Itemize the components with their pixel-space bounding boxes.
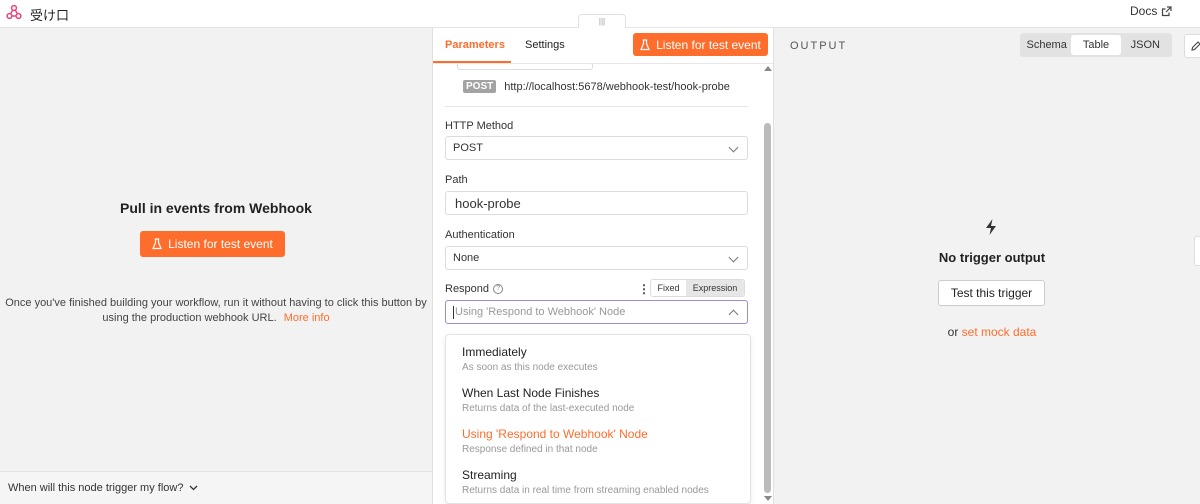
toggle-fixed[interactable]: Fixed — [651, 280, 686, 296]
option-title: Immediately — [462, 345, 527, 359]
output-view-switch: Schema Table JSON — [1020, 33, 1172, 57]
mock-data-row: or set mock data — [774, 325, 1200, 339]
option-subtitle: Response defined in that node — [462, 444, 598, 455]
help-icon[interactable]: ? — [493, 284, 504, 294]
chevron-down-icon — [728, 142, 739, 153]
option-subtitle: As soon as this node executes — [462, 362, 598, 373]
option-streaming[interactable]: Streaming Returns data in real time from… — [462, 468, 709, 496]
option-title: Streaming — [462, 468, 517, 482]
output-label: OUTPUT — [790, 40, 848, 52]
external-link-icon — [1162, 5, 1172, 16]
empty-state-title: No trigger output — [938, 250, 1046, 265]
mock-prefix: or — [947, 325, 959, 339]
authentication-label: Authentication — [445, 229, 515, 241]
edit-output-button[interactable] — [1184, 34, 1200, 58]
scrollbar[interactable] — [763, 64, 773, 504]
chevron-up-icon — [728, 309, 739, 320]
path-value: hook-probe — [455, 195, 521, 211]
flask-icon — [640, 38, 651, 50]
parameters-panel: Parameters Settings Listen for test even… — [432, 28, 774, 504]
authentication-value: None — [453, 252, 480, 264]
chevron-down-icon — [190, 485, 198, 491]
url-tab-switch[interactable] — [457, 64, 593, 70]
url-method-badge: POST — [463, 80, 497, 93]
text-cursor — [453, 305, 454, 319]
chevron-down-icon — [728, 252, 739, 263]
tab-parameters[interactable]: Parameters — [445, 39, 505, 51]
fixed-expression-toggle: Fixed Expression — [650, 279, 745, 297]
node-title: 受け口 — [30, 8, 70, 23]
bolt-icon — [986, 219, 996, 235]
option-last-node[interactable]: When Last Node Finishes Returns data of … — [462, 386, 634, 414]
panel-tabs: Parameters Settings Listen for test even… — [433, 28, 773, 64]
production-url-hint: Once you've finished building your workf… — [4, 296, 428, 326]
path-label: Path — [445, 174, 468, 186]
respond-label-row: Respond ? — [445, 283, 504, 295]
webhook-url-row[interactable]: POST http://localhost:5678/webhook-test/… — [463, 80, 730, 93]
kebab-menu-icon[interactable]: ⋮ — [638, 282, 650, 296]
scroll-up-arrow[interactable] — [764, 66, 772, 71]
view-table[interactable]: Table — [1071, 35, 1121, 55]
view-schema[interactable]: Schema — [1022, 35, 1071, 55]
divider — [445, 106, 748, 107]
respond-placeholder: Using 'Respond to Webhook' Node — [455, 306, 626, 318]
test-trigger-button[interactable]: Test this trigger — [938, 280, 1045, 306]
option-respond-node[interactable]: Using 'Respond to Webhook' Node Response… — [462, 427, 648, 455]
option-immediately[interactable]: Immediately As soon as this node execute… — [462, 345, 598, 373]
trigger-info-label: When will this node trigger my flow? — [8, 482, 184, 494]
docs-label: Docs — [1130, 4, 1158, 18]
option-title: Using 'Respond to Webhook' Node — [462, 427, 648, 441]
authentication-select[interactable]: None — [445, 246, 748, 270]
webhook-logo-icon — [6, 4, 22, 20]
output-panel: OUTPUT Schema Table JSON No trigger outp… — [774, 28, 1200, 504]
view-json[interactable]: JSON — [1121, 35, 1170, 55]
set-mock-data-link[interactable]: set mock data — [962, 325, 1037, 339]
toggle-expression[interactable]: Expression — [686, 280, 744, 296]
flask-icon — [152, 238, 163, 250]
trigger-info-toggle[interactable]: When will this node trigger my flow? — [0, 471, 432, 504]
listen-test-event-button[interactable]: Listen for test event — [140, 231, 285, 257]
active-tab-indicator — [433, 61, 511, 63]
webhook-url[interactable]: http://localhost:5678/webhook-test/hook-… — [504, 81, 730, 93]
input-panel-title: Pull in events from Webhook — [120, 200, 312, 216]
respond-options-dropdown: Immediately As soon as this node execute… — [445, 334, 751, 504]
hint-text: Once you've finished building your workf… — [5, 297, 427, 324]
scroll-down-arrow[interactable] — [764, 496, 772, 501]
input-panel: Pull in events from Webhook Listen for t… — [0, 28, 432, 504]
option-title: When Last Node Finishes — [462, 386, 600, 400]
http-method-value: POST — [453, 142, 483, 154]
option-subtitle: Returns data in real time from streaming… — [462, 485, 709, 496]
http-method-label: HTTP Method — [445, 120, 514, 132]
http-method-select[interactable]: POST — [445, 136, 748, 160]
path-input[interactable]: hook-probe — [445, 191, 748, 215]
listen-button-label: Listen for test event — [656, 37, 761, 52]
listen-test-event-button-top[interactable]: Listen for test event — [633, 33, 768, 56]
respond-label: Respond — [445, 283, 490, 295]
more-info-link[interactable]: More info — [284, 312, 330, 324]
tab-settings[interactable]: Settings — [525, 39, 565, 51]
pencil-icon — [1191, 41, 1200, 51]
listen-button-label: Listen for test event — [168, 237, 273, 251]
docs-link[interactable]: Docs — [1130, 4, 1172, 18]
option-subtitle: Returns data of the last-executed node — [462, 403, 635, 414]
respond-select[interactable]: Using 'Respond to Webhook' Node — [445, 300, 748, 324]
scroll-thumb[interactable] — [764, 123, 771, 493]
